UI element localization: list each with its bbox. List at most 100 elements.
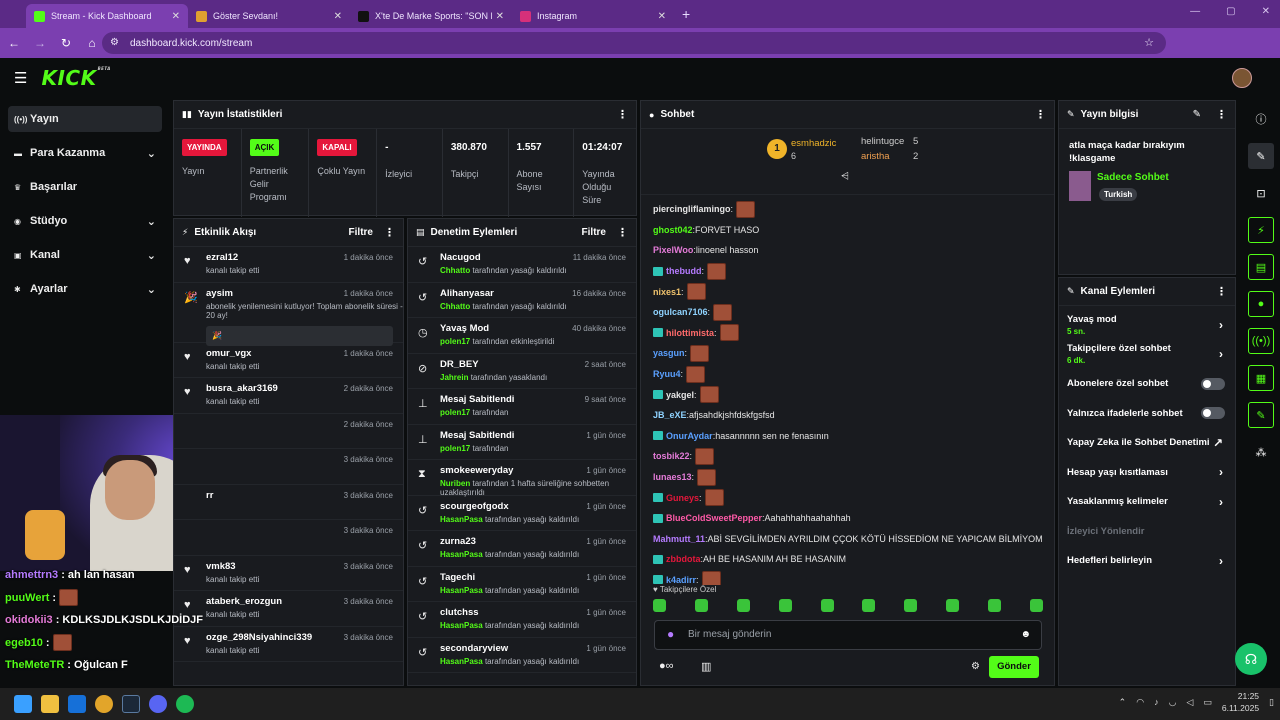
emoji-icon[interactable]: ☻ — [1020, 629, 1031, 640]
file-explorer-icon[interactable] — [41, 695, 59, 713]
bookmark-star-icon[interactable]: ☆ — [1144, 36, 1154, 49]
quick-emote-icon[interactable] — [694, 599, 708, 612]
chat-username[interactable]: PixelWoo — [653, 245, 693, 255]
quick-emote-icon[interactable] — [736, 599, 750, 612]
browser-tab[interactable]: Göster Sevdanı! ✕ — [188, 4, 350, 28]
moderator-name[interactable]: Jahrein — [440, 373, 468, 382]
chat-username[interactable]: lunaes13 — [653, 472, 692, 482]
channel-action-item[interactable]: Yavaş mod 5 sn. › — [1059, 310, 1235, 340]
channel-action-item[interactable]: Hesap yaşı kısıtlaması › — [1059, 458, 1235, 488]
quick-emote-icon[interactable] — [946, 599, 960, 612]
sidebar-item-4[interactable]: ▣ Kanal ⌄ — [8, 242, 162, 268]
chat-username[interactable]: OnurAydar — [666, 431, 713, 441]
close-window-button[interactable]: ✕ — [1262, 6, 1270, 17]
sidebar-item-1[interactable]: ▬ Para Kazanma ⌄ — [8, 140, 162, 166]
discord-icon[interactable] — [149, 695, 167, 713]
tab-close-icon[interactable]: ✕ — [658, 11, 666, 22]
moderation-item[interactable]: ↺ secondaryview HasanPasa tarafından yasağ… — [408, 638, 636, 673]
moderator-name[interactable]: polen17 — [440, 408, 470, 417]
hamburger-menu-icon[interactable]: ☰ — [14, 69, 27, 87]
moderator-name[interactable]: polen17 — [440, 337, 470, 346]
chat-menu-icon[interactable]: ⋮ — [1035, 108, 1046, 121]
back-icon[interactable]: ← — [2, 36, 26, 50]
wrench-rail-icon[interactable]: ✎ — [1248, 402, 1274, 428]
chat-username[interactable]: zbbdota — [666, 554, 701, 564]
moderation-item[interactable]: ◷ Yavaş Mod polen17 tarafından etkinleştir… — [408, 318, 636, 354]
wifi-icon[interactable]: ◡ — [1169, 697, 1177, 708]
sidebar-item-3[interactable]: ◉ Stüdyo ⌄ — [8, 208, 162, 234]
sidebar-item-0[interactable]: ((•)) Yayın — [8, 106, 162, 132]
activity-item[interactable]: rr 3 dakika önce — [174, 485, 403, 520]
browser-tab[interactable]: Instagram ✕ — [512, 4, 674, 28]
chat-rail-icon[interactable]: ● — [1248, 291, 1274, 317]
forward-icon[interactable]: → — [28, 36, 52, 50]
category-link[interactable]: Sadece Sohbet — [1097, 172, 1169, 183]
channel-action-item[interactable]: Yapay Zeka ile Sohbet Denetimi ↗ — [1059, 428, 1235, 458]
tab-close-icon[interactable]: ✕ — [172, 11, 180, 22]
grid-rail-icon[interactable]: ▦ — [1248, 365, 1274, 391]
moderation-item[interactable]: ↺ zurna23 HasanPasa tarafından yasağı kald… — [408, 531, 636, 567]
home-icon[interactable]: ⌂ — [80, 36, 104, 50]
chat-username[interactable]: yasgun — [653, 348, 685, 358]
moderation-item[interactable]: ⊥ Mesaj Sabitlendi polen17 tarafından 1 gün… — [408, 425, 636, 460]
nodes-rail-icon[interactable]: ⁂ — [1248, 439, 1274, 465]
chat-username[interactable]: Mahmutt_11 — [653, 534, 705, 544]
toggle-switch[interactable] — [1201, 377, 1225, 390]
notification-icon[interactable]: ▯ — [1269, 697, 1274, 708]
channel-action-item[interactable]: Takipçilere özel sohbet 6 dk. › — [1059, 340, 1235, 370]
activity-item[interactable]: 2 dakika önce — [174, 414, 403, 449]
chat-username[interactable]: ghost042 — [653, 225, 693, 235]
tab-close-icon[interactable]: ✕ — [334, 11, 342, 22]
minimize-button[interactable]: — — [1190, 6, 1200, 17]
moderation-item[interactable]: ↺ scourgeofgodx HasanPasa tarafından yasağ… — [408, 496, 636, 531]
chat-username[interactable]: Ryuu4 — [653, 369, 681, 379]
camera-rail-icon[interactable]: ⊡ — [1248, 180, 1274, 206]
windows-start-icon[interactable] — [14, 695, 32, 713]
moderator-name[interactable]: Chhatto — [440, 266, 470, 275]
quick-emote-icon[interactable] — [862, 599, 876, 612]
channel-action-item[interactable]: Hedefleri belirleyin › — [1059, 546, 1235, 576]
send-button[interactable]: Gönder — [989, 656, 1039, 678]
chat-input[interactable]: ● Bir mesaj gönderin ☻ — [654, 620, 1042, 650]
moderator-name[interactable]: HasanPasa — [440, 515, 483, 524]
moderation-item[interactable]: ↺ Nacugod Chhatto tarafından yasağı kaldır… — [408, 247, 636, 283]
activity-item[interactable]: 🎉 aysim abonelik yenilemesini kutluyor! To… — [174, 283, 403, 346]
network-icon[interactable]: ◠ — [1136, 697, 1144, 708]
tray-chevron-icon[interactable]: ⌃ — [1119, 697, 1127, 708]
chat-username[interactable]: k4adirr — [666, 575, 696, 585]
moderation-item[interactable]: ⧗ smokeeweryday Nuriben tarafından 1 hafta… — [408, 460, 636, 497]
activity-menu-icon[interactable]: ⋮ — [384, 226, 395, 239]
chat-username[interactable]: JB_eXE — [653, 410, 687, 420]
tab-close-icon[interactable]: ✕ — [496, 11, 504, 22]
channel-action-item[interactable]: Yasaklanmış kelimeler › — [1059, 487, 1235, 517]
chat-username[interactable]: yakgel — [666, 390, 694, 400]
stream-info-menu-icon[interactable]: ⋮ — [1216, 108, 1227, 121]
sidebar-item-5[interactable]: ✱ Ayarlar ⌄ — [8, 276, 162, 302]
browser-tab[interactable]: X'te De Marke Sports: "SON DA ✕ — [350, 4, 512, 28]
battery-icon[interactable]: ▭ — [1203, 697, 1212, 708]
activity-item[interactable]: ♥ vmk83 kanalı takip etti 3 dakika önce — [174, 556, 403, 591]
moderator-name[interactable]: polen17 — [440, 444, 470, 453]
moderator-name[interactable]: HasanPasa — [440, 586, 483, 595]
quick-emote-icon[interactable] — [653, 599, 666, 612]
moderation-item[interactable]: ⊘ DR_BEY Jahrein tarafından yasaklandı 2 sa… — [408, 354, 636, 389]
chat-username[interactable]: piercingliflamingo — [653, 204, 731, 214]
moderator-name[interactable]: HasanPasa — [440, 621, 483, 630]
chat-username[interactable]: tosbik22 — [653, 451, 690, 461]
channel-action-item[interactable]: Abonelere özel sohbet — [1059, 369, 1235, 399]
moderator-name[interactable]: Chhatto — [440, 302, 470, 311]
chrome-icon[interactable] — [95, 695, 113, 713]
collapse-leaderboard-icon[interactable]: ⩤ — [841, 171, 849, 182]
moderation-menu-icon[interactable]: ⋮ — [617, 226, 628, 239]
browser-tab[interactable]: Stream - Kick Dashboard ✕ — [26, 4, 188, 28]
activity-item[interactable]: ♥ omur_vgx kanalı takip etti 1 dakika önce — [174, 343, 403, 378]
chat-username[interactable]: hilottimista — [666, 328, 714, 338]
toggle-switch[interactable] — [1201, 407, 1225, 420]
activity-filter-button[interactable]: Filtre — [349, 227, 373, 238]
activity-item[interactable]: ♥ busra_akar3169 kanalı takip etti 2 dakika… — [174, 378, 403, 414]
quick-emote-icon[interactable] — [1029, 599, 1043, 612]
document-rail-icon[interactable]: ▤ — [1248, 254, 1274, 280]
mic-icon[interactable]: ● — [667, 627, 674, 641]
chat-username[interactable]: nixes1 — [653, 287, 681, 297]
reload-icon[interactable]: ↻ — [54, 36, 78, 50]
